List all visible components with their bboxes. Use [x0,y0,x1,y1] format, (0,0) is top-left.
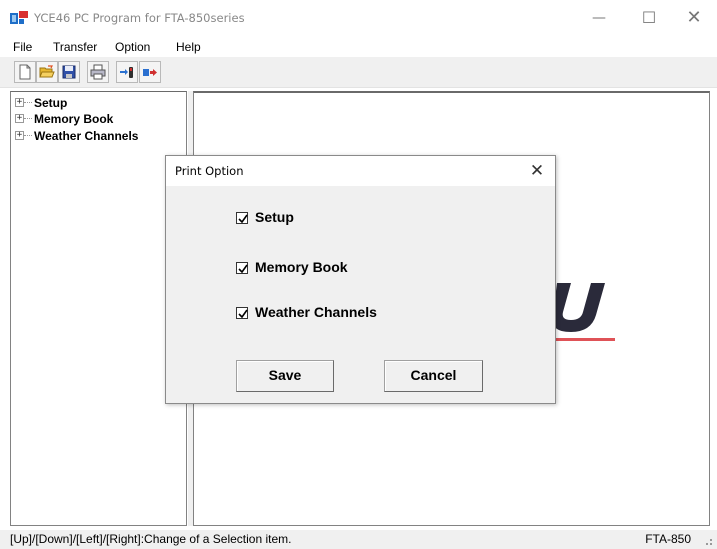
tree-node-label: Memory Book [34,112,114,126]
tree-view[interactable]: + Setup + Memory Book + Weather Channels [10,91,187,526]
open-icon [39,65,55,78]
title-bar: YCE46 PC Program for FTA-850series — ☐ ✕ [0,0,717,36]
menu-help[interactable]: Help [176,40,201,54]
toolbar [0,57,717,88]
dialog-title: Print Option [175,164,244,178]
tree-connector [24,135,32,136]
new-file-button[interactable] [14,61,36,83]
checkbox-box[interactable] [236,307,248,319]
menu-option[interactable]: Option [115,40,150,54]
checkbox-box[interactable] [236,212,248,224]
app-icon [10,11,28,24]
tree-connector [24,118,32,119]
print-icon [90,64,106,80]
save-button[interactable]: Save [236,360,334,392]
maximize-button[interactable]: ☐ [626,0,672,36]
tree-connector [24,102,32,103]
window-title: YCE46 PC Program for FTA-850series [34,11,245,25]
checkmark-icon [238,264,248,274]
new-icon [19,64,31,80]
status-model: FTA-850 [645,532,691,546]
tree-node-label: Weather Channels [34,129,139,143]
menu-transfer[interactable]: Transfer [53,40,97,54]
download-icon [120,67,133,78]
expand-icon[interactable]: + [15,98,24,107]
cancel-button[interactable]: Cancel [384,360,483,392]
dialog-title-bar: Print Option ✕ [166,156,555,186]
print-option-dialog: Print Option ✕ Setup Memory Book Weather… [165,155,556,404]
checkmark-icon [238,214,248,224]
print-button[interactable] [87,61,109,83]
minimize-button[interactable]: — [576,0,622,36]
open-file-button[interactable] [36,61,58,83]
tree-node-label: Setup [34,96,68,110]
upload-icon [143,69,157,76]
dialog-close-button[interactable]: ✕ [525,159,549,183]
checkbox-label: Setup [255,209,294,225]
download-button[interactable] [116,61,138,83]
checkbox-box[interactable] [236,262,248,274]
upload-button[interactable] [139,61,161,83]
checkbox-label: Weather Channels [255,304,377,320]
status-hint: [Up]/[Down]/[Left]/[Right]:Change of a S… [10,532,292,546]
save-icon [62,65,76,79]
checkbox-label: Memory Book [255,259,348,275]
menu-bar: File Transfer Option Help [0,36,717,57]
menu-file[interactable]: File [13,40,32,54]
resize-grip-icon[interactable] [703,536,713,546]
expand-icon[interactable]: + [15,131,24,140]
expand-icon[interactable]: + [15,114,24,123]
save-file-button[interactable] [58,61,80,83]
status-bar: [Up]/[Down]/[Left]/[Right]:Change of a S… [0,530,717,549]
checkmark-icon [238,309,248,319]
close-window-button[interactable]: ✕ [671,0,717,36]
